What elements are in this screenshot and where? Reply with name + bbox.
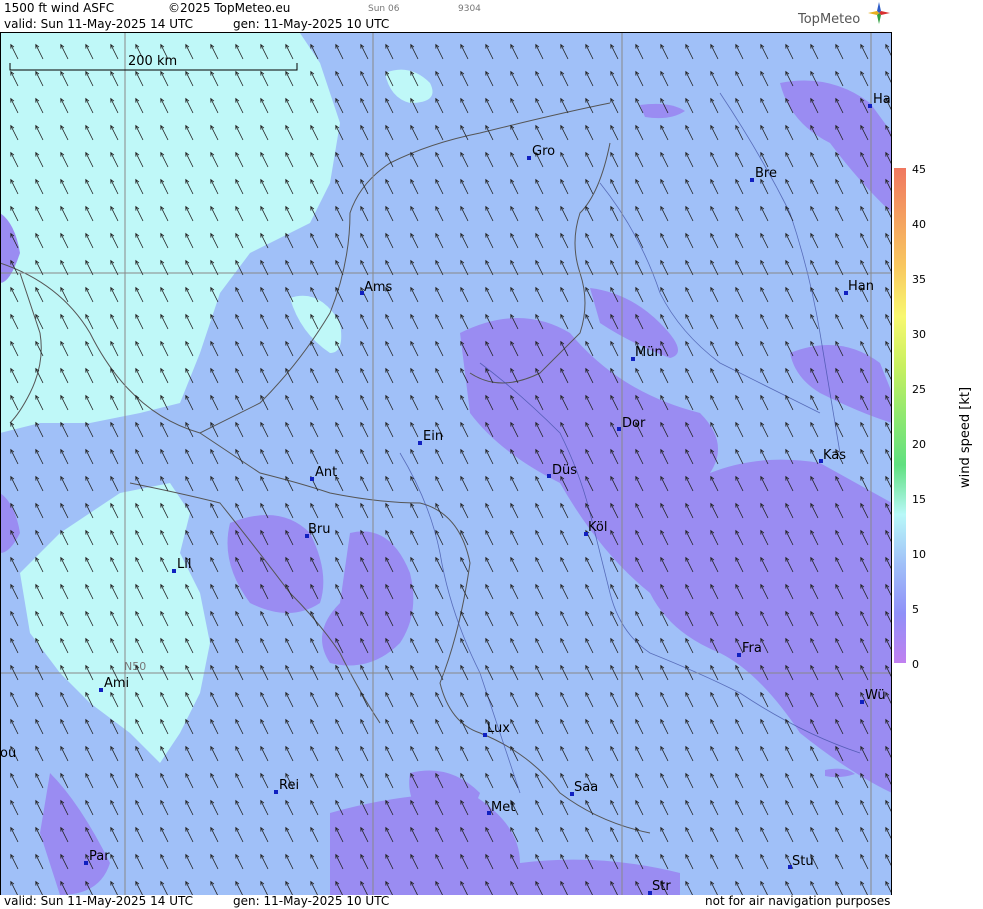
city-label: Düs <box>552 463 577 478</box>
compass-logo-icon <box>868 2 890 24</box>
copyright: ©2025 TopMeteo.eu <box>168 1 291 15</box>
map-header: 1500 ft wind ASFC ©2025 TopMeteo.eu Sun … <box>0 0 892 33</box>
footer-valid-time: valid: Sun 11-May-2025 14 UTC <box>4 894 193 908</box>
generated-time: gen: 11-May-2025 10 UTC <box>233 17 390 31</box>
wind-map: N50 200 km Ha Gro Bre Ams Han Mün Ein Do… <box>0 33 892 895</box>
city-met: Met <box>487 800 515 815</box>
city-label: Ams <box>364 280 393 295</box>
city-label: Lil <box>177 557 191 572</box>
legend-tick: 40 <box>912 218 926 231</box>
city-koel: Köl <box>584 520 607 536</box>
city-ams: Ams <box>360 280 393 295</box>
day-code: Sun 06 <box>368 4 400 14</box>
legend-tick: 20 <box>912 438 926 451</box>
footer-disclaimer: not for air navigation purposes <box>705 894 891 908</box>
footer-generated-time: gen: 11-May-2025 10 UTC <box>233 894 390 908</box>
city-ami: Ami <box>99 676 129 692</box>
city-saa: Saa <box>570 780 598 796</box>
city-label: Gro <box>532 144 555 159</box>
city-label: Mün <box>635 345 663 360</box>
city-label: Rei <box>279 778 299 793</box>
city-han: Han <box>844 279 874 295</box>
city-label: Saa <box>574 780 598 795</box>
legend-tick: 5 <box>912 603 919 616</box>
city-label: Bru <box>308 522 331 537</box>
city-dor: Dor <box>617 416 646 431</box>
legend-tick: 25 <box>912 383 926 396</box>
city-ant: Ant <box>310 465 337 481</box>
city-label: Stu <box>792 854 814 869</box>
city-label: Met <box>491 800 515 815</box>
city-label: Lux <box>487 721 510 736</box>
legend-tick: 45 <box>912 163 926 176</box>
city-label: Fra <box>742 641 762 656</box>
legend-tick: 0 <box>912 658 919 671</box>
city-bru: Bru <box>305 522 331 538</box>
city-label: Ami <box>104 676 129 691</box>
legend-tick: 30 <box>912 328 926 341</box>
topmeteo-logo: TopMeteo <box>798 12 861 27</box>
valid-time: valid: Sun 11-May-2025 14 UTC <box>4 17 193 31</box>
city-bre: Bre <box>750 166 777 182</box>
run-code: 9304 <box>458 4 481 14</box>
city-dues: Düs <box>547 463 577 478</box>
product-title: 1500 ft wind ASFC <box>4 1 115 15</box>
city-label: Han <box>848 279 874 294</box>
legend-tick: 35 <box>912 273 926 286</box>
legend-color-bar <box>894 168 906 663</box>
city-muen: Mün <box>631 345 663 361</box>
city-ou: ou <box>0 746 16 761</box>
city-label: Köl <box>588 520 607 535</box>
latitude-label: N50 <box>124 660 146 673</box>
legend-tick: 10 <box>912 548 926 561</box>
city-kas: Kas <box>819 448 846 463</box>
city-label: Ein <box>423 429 443 444</box>
city-label: Ant <box>315 465 337 480</box>
legend-title: wind speed [kt] <box>958 386 973 488</box>
city-str: Str <box>648 879 671 895</box>
map-footer: valid: Sun 11-May-2025 14 UTC gen: 11-Ma… <box>0 894 892 909</box>
city-label: Wü <box>865 688 886 703</box>
wind-speed-legend <box>894 168 906 663</box>
scale-bar-label: 200 km <box>128 54 177 69</box>
city-label: Par <box>89 849 110 864</box>
city-gro: Gro <box>527 144 555 160</box>
city-label: Ha <box>873 92 891 107</box>
city-label: Bre <box>755 166 777 181</box>
city-label: Dor <box>622 416 646 431</box>
city-lux: Lux <box>483 721 510 737</box>
legend-tick: 15 <box>912 493 926 506</box>
city-stu: Stu <box>788 854 814 869</box>
city-label: Kas <box>823 448 846 463</box>
city-label: Str <box>652 879 671 894</box>
city-label: ou <box>0 746 16 761</box>
